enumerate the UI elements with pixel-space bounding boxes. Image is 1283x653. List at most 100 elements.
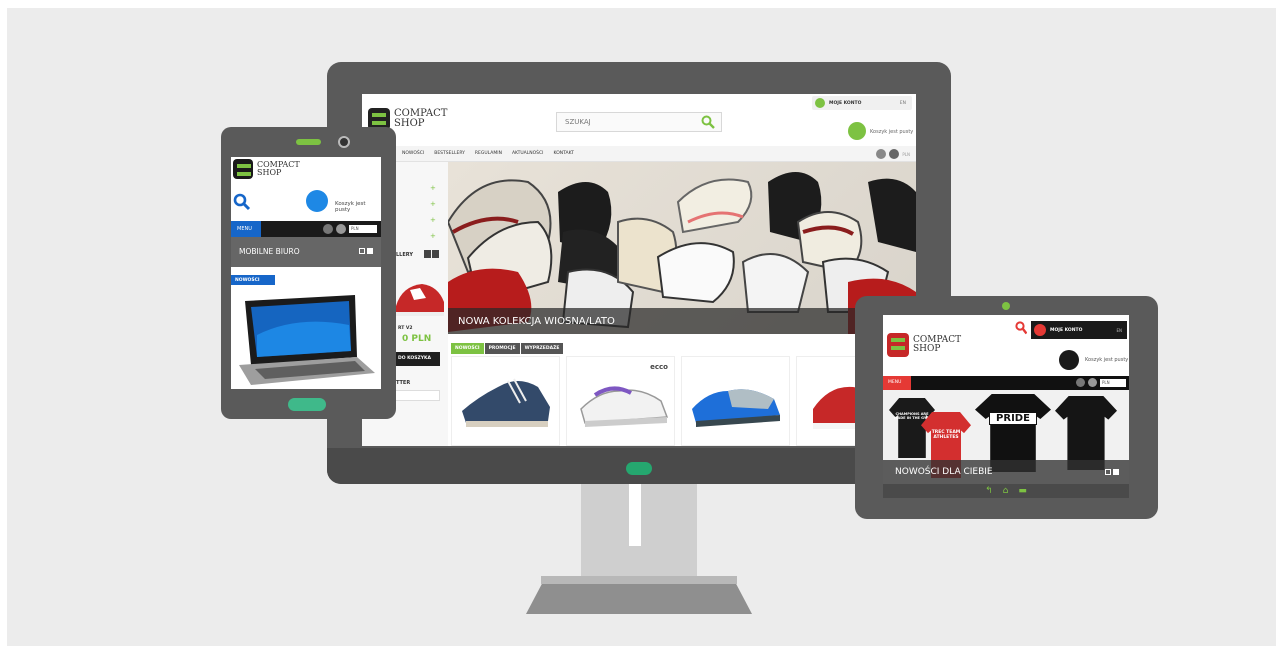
hero-caption: NOWA KOLEKCJA WIOSNA/LATO [448, 308, 916, 334]
expand-icon[interactable]: + [430, 184, 436, 192]
phone-home-button[interactable] [288, 398, 326, 411]
tshirt-image [1055, 396, 1117, 470]
bestsellers-heading: LLERY [396, 252, 413, 258]
search-icon[interactable] [1015, 321, 1027, 335]
hero-caption-bar: NOWOŚCI DLA CIEBIE [883, 460, 1129, 484]
expand-icon[interactable]: + [430, 200, 436, 208]
newsletter-email-field[interactable] [392, 390, 440, 401]
cart-status: Koszyk jest pusty [870, 129, 914, 135]
tablet-hero-banner[interactable]: CHAMPIONS ARE MADE IN THE GYM TREC TEAM … [883, 390, 1129, 484]
smartphone-device: COMPACT SHOP Koszyk jest pusty MENU PLN … [221, 127, 396, 419]
monitor-base [526, 584, 752, 614]
slider-dot-active[interactable] [1113, 469, 1119, 475]
slider-dot[interactable] [1105, 469, 1111, 475]
tab-nowosci[interactable]: NOWOŚCI [451, 343, 484, 354]
logo-mark-icon [233, 159, 253, 179]
account-button[interactable]: MOJE KONTO EN [812, 96, 912, 110]
cart-icon[interactable] [1059, 350, 1079, 370]
sidebar-product-image[interactable] [392, 266, 446, 322]
nav-item-regulamin[interactable]: REGULAMIN [475, 151, 502, 156]
menu-button[interactable]: MENU [883, 376, 911, 390]
search-icon[interactable] [233, 193, 251, 211]
currency-value: PLN [1100, 378, 1126, 387]
menu-button[interactable]: MENU [231, 221, 261, 237]
add-to-cart-button[interactable]: DO KOSZYKA [392, 352, 440, 366]
language-switch[interactable]: EN [900, 101, 906, 106]
product-card[interactable] [681, 356, 790, 446]
compare-icon[interactable] [323, 224, 333, 234]
hero-banner[interactable]: NOWA KOLEKCJA WIOSNA/LATO [448, 162, 916, 334]
tablet-logo[interactable]: COMPACT SHOP [887, 333, 961, 357]
tablet-device: COMPACT SHOP MOJE KONTO EN Koszyk jest p… [855, 296, 1158, 519]
tshirt-print-text: CHAMPIONS ARE MADE IN THE GYM [894, 412, 930, 420]
hero-caption: NOWOŚCI DLA CIEBIE [895, 467, 993, 477]
currency-selector[interactable]: PLN [323, 224, 377, 234]
product-card[interactable] [451, 356, 560, 446]
wishlist-icon[interactable] [336, 224, 346, 234]
monitor-base-top [541, 576, 737, 584]
search-input[interactable]: SZUKAJ [556, 112, 722, 132]
desktop-screen: COMPACT SHOP SZUKAJ MOJE KONTO EN Koszyk… [362, 94, 916, 446]
account-label: MOJE KONTO [829, 100, 862, 106]
category-banner[interactable]: MOBILNE BIURO [231, 237, 381, 267]
desktop-main-nav: NOWOŚCI BESTSELLERY REGULAMIN AKTUALNOŚC… [362, 146, 916, 162]
user-icon [1034, 324, 1046, 336]
phone-speaker [296, 139, 321, 145]
tshirt-print-text: TREC TEAM ATHLETES [931, 430, 961, 440]
tablet-menu-bar: MENU PLN [883, 376, 1129, 390]
currency-value: PLN [349, 225, 377, 233]
windows-icon[interactable]: ▬ [1018, 486, 1027, 496]
language-switch[interactable]: EN [1116, 328, 1122, 333]
prev-arrow-icon[interactable] [424, 250, 431, 258]
currency-value: PLN [902, 151, 910, 157]
account-label: MOJE KONTO [1050, 327, 1083, 333]
account-button[interactable]: MOJE KONTO EN [1031, 321, 1127, 339]
sidebar-product-price: 0 PLN [402, 334, 432, 344]
laptop-product-image[interactable] [237, 295, 375, 385]
cart-icon[interactable] [848, 122, 866, 140]
new-badge: NOWOŚCI [231, 275, 275, 285]
newsletter-heading: TTER [396, 380, 411, 386]
product-grid: ecco [451, 356, 905, 446]
nav-item-nowosci[interactable]: NOWOŚCI [402, 151, 424, 156]
product-image [462, 378, 550, 427]
phone-logo[interactable]: COMPACT SHOP [233, 159, 300, 179]
slider-dots[interactable] [1105, 469, 1119, 475]
home-icon[interactable]: ⌂ [1003, 486, 1009, 496]
nav-item-bestsellery[interactable]: BESTSELLERY [434, 151, 465, 156]
product-card[interactable]: ecco [566, 356, 675, 446]
tshirt-print-text: PRIDE [989, 412, 1037, 425]
back-icon[interactable]: ↰ [985, 486, 993, 496]
slider-dot-active[interactable] [367, 248, 373, 254]
logo-line-2: SHOP [394, 118, 425, 129]
compare-icon[interactable] [876, 149, 887, 159]
product-image [692, 389, 780, 427]
product-tabs: NOWOŚCI PROMOCJE WYPRZEDAŻE [451, 343, 564, 354]
tab-wyprzedaze[interactable]: WYPRZEDAŻE [520, 343, 564, 354]
logo-line-2: SHOP [913, 344, 941, 354]
compare-icon[interactable] [1076, 378, 1085, 387]
logo-mark-icon [887, 333, 909, 357]
currency-selector[interactable]: PLN [876, 149, 910, 159]
nav-item-kontakt[interactable]: KONTAKT [553, 151, 573, 156]
tablet-screen: COMPACT SHOP MOJE KONTO EN Koszyk jest p… [883, 315, 1129, 498]
expand-icon[interactable]: + [430, 216, 436, 224]
tablet-bottom-bar: ↰ ⌂ ▬ [883, 484, 1129, 498]
slider-dots[interactable] [359, 248, 373, 254]
wishlist-icon[interactable] [1088, 378, 1097, 387]
search-icon[interactable] [701, 115, 715, 129]
wishlist-icon[interactable] [889, 149, 900, 159]
tablet-camera [1002, 302, 1010, 310]
next-arrow-icon[interactable] [432, 250, 439, 258]
nav-item-aktualnosci[interactable]: AKTUALNOŚCI [512, 151, 544, 156]
phone-menu-bar: MENU PLN [231, 221, 381, 237]
currency-selector[interactable]: PLN [1076, 378, 1126, 387]
tab-promocje[interactable]: PROMOCJE [484, 343, 520, 354]
slider-dot[interactable] [359, 248, 365, 254]
carousel-arrows[interactable] [424, 250, 439, 258]
phone-camera [338, 136, 350, 148]
monitor-stand-slot [629, 484, 641, 546]
desktop-header: COMPACT SHOP SZUKAJ MOJE KONTO EN Koszyk… [362, 94, 916, 146]
expand-icon[interactable]: + [430, 232, 436, 240]
cart-icon[interactable] [306, 190, 328, 212]
